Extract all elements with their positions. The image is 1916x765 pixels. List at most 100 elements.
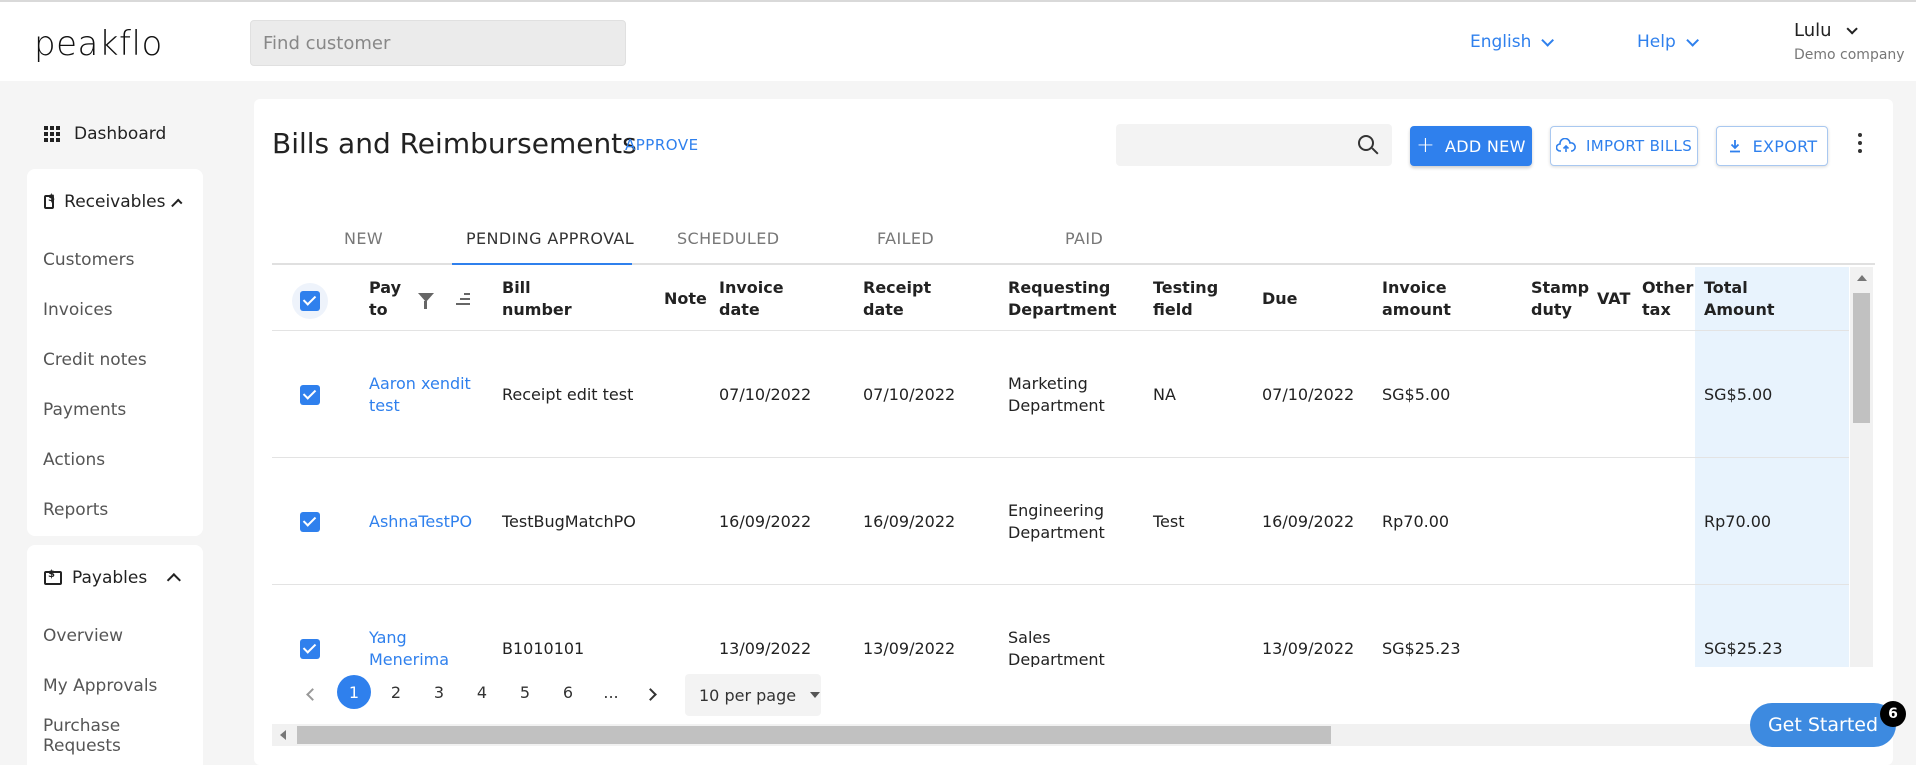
invoice-amount-cell: SG$25.23 (1382, 639, 1461, 658)
export-label: EXPORT (1752, 136, 1818, 156)
import-bills-button[interactable]: IMPORT BILLS (1550, 126, 1698, 166)
find-customer-input[interactable] (250, 20, 626, 66)
header-vat[interactable]: VAT (1597, 267, 1630, 330)
sidebar-item-credit-notes[interactable]: Credit notes (27, 335, 203, 385)
user-company: Demo company (1794, 47, 1905, 63)
page-button-6[interactable]: 6 (551, 675, 585, 709)
per-page-label: 10 per page (699, 685, 797, 705)
help-menu[interactable]: Help (1637, 32, 1699, 52)
header-pay-to[interactable]: Pay to (369, 267, 405, 330)
sort-icon[interactable] (456, 293, 470, 305)
add-new-button[interactable]: + ADD NEW (1410, 126, 1532, 166)
tab-new[interactable]: NEW (344, 229, 383, 248)
payables-title: Payables (72, 568, 148, 588)
invoice-amount-cell: SG$5.00 (1382, 385, 1451, 404)
sidebar-item-actions[interactable]: Actions (27, 435, 203, 485)
sidebar-item-invoices[interactable]: Invoices (27, 285, 203, 335)
page-button-5[interactable]: 5 (508, 675, 542, 709)
table-vertical-scrollbar[interactable] (1850, 267, 1873, 667)
filter-icon[interactable] (418, 293, 434, 309)
top-bar: peakflo English Help Lulu Demo company (0, 0, 1916, 81)
sidebar-item-payments[interactable]: Payments (27, 385, 203, 435)
get-started-button[interactable]: Get Started (1750, 703, 1896, 747)
per-page-select[interactable]: 10 per page (685, 674, 821, 716)
scroll-up-arrow-icon[interactable] (1857, 275, 1867, 281)
header-invoice-amount[interactable]: Invoice amount (1382, 267, 1462, 330)
import-bills-label: IMPORT BILLS (1585, 137, 1693, 155)
invoice-date-cell: 07/10/2022 (719, 385, 812, 404)
page-button-4[interactable]: 4 (465, 675, 499, 709)
bill-number-cell: TestBugMatchPO (502, 512, 636, 531)
header-invoice-date[interactable]: Invoice date (719, 267, 799, 330)
requesting-department-cell: Marketing Department (1008, 374, 1105, 415)
row-checkbox[interactable] (300, 512, 320, 532)
row-divider (272, 584, 1849, 585)
receipt-date-cell: 07/10/2022 (863, 385, 956, 404)
grid-icon (44, 126, 60, 142)
due-cell: 13/09/2022 (1262, 639, 1355, 658)
tab-paid[interactable]: PAID (1065, 229, 1103, 248)
header-total-amount[interactable]: Total Amount (1704, 267, 1784, 330)
select-all-checkbox[interactable] (300, 291, 320, 311)
row-checkbox[interactable] (300, 385, 320, 405)
export-button[interactable]: EXPORT (1716, 126, 1828, 166)
tab-scheduled[interactable]: SCHEDULED (677, 229, 779, 248)
next-page-icon[interactable] (644, 688, 657, 701)
horizontal-scroll-thumb[interactable] (297, 726, 1331, 744)
row-divider (272, 457, 1849, 458)
approve-button[interactable]: APPROVE (625, 136, 699, 154)
sidebar-item-overview[interactable]: Overview (27, 611, 203, 661)
row-checkbox[interactable] (300, 639, 320, 659)
scroll-left-arrow-icon[interactable] (280, 730, 286, 740)
header-stamp-duty[interactable]: Stamp duty (1531, 267, 1591, 330)
page-title: Bills and Reimbursements (272, 127, 637, 160)
bills-search-input[interactable] (1116, 124, 1392, 166)
sidebar-item-customers[interactable]: Customers (27, 235, 203, 285)
tab-failed[interactable]: FAILED (877, 229, 934, 248)
payables-header[interactable]: Payables (27, 545, 203, 611)
receivables-header[interactable]: Receivables (27, 169, 203, 235)
header-other-tax[interactable]: Other tax (1642, 267, 1693, 330)
get-started-badge: 6 (1880, 701, 1906, 727)
testing-field-cell: Test (1153, 512, 1185, 531)
user-name: Lulu (1794, 20, 1832, 41)
header-testing-field[interactable]: Testing field (1153, 267, 1223, 330)
table-horizontal-scrollbar[interactable] (272, 724, 1875, 746)
pagination: 1 2 3 4 5 6 ... 10 per page (272, 667, 872, 717)
sidebar-item-purchase-requests[interactable]: Purchase Requests (27, 711, 203, 761)
sidebar-item-dashboard[interactable]: Dashboard (44, 124, 166, 144)
page-button-2[interactable]: 2 (379, 675, 413, 709)
peakflo-logo[interactable]: peakflo (34, 24, 163, 64)
header-due[interactable]: Due (1262, 267, 1298, 330)
chevron-down-icon (1686, 33, 1699, 47)
sidebar-item-my-approvals[interactable]: My Approvals (27, 661, 203, 711)
more-options-icon[interactable] (1858, 133, 1864, 153)
page-button-3[interactable]: 3 (422, 675, 456, 709)
sidebar-item-reports[interactable]: Reports (27, 485, 203, 535)
language-label: English (1470, 32, 1532, 52)
header-note[interactable]: Note (664, 267, 707, 330)
bill-number-cell: Receipt edit test (502, 385, 634, 404)
vertical-scroll-thumb[interactable] (1853, 293, 1870, 423)
user-menu[interactable]: Lulu Demo company (1794, 20, 1905, 63)
help-label: Help (1637, 32, 1676, 52)
total-amount-cell: SG$25.23 (1704, 639, 1783, 658)
receipt-date-cell: 13/09/2022 (863, 639, 956, 658)
previous-page-icon[interactable] (306, 688, 319, 701)
requesting-department-cell: Sales Department (1008, 628, 1105, 667)
pay-to-link[interactable]: Yang Menerima (369, 627, 459, 667)
header-bill-number[interactable]: Bill number (502, 267, 582, 330)
search-icon[interactable] (1358, 135, 1374, 151)
header-requesting-department[interactable]: Requesting Department (1008, 267, 1118, 330)
money-icon (44, 569, 62, 585)
header-receipt-date[interactable]: Receipt date (863, 267, 943, 330)
money-icon (44, 193, 55, 209)
dashboard-label: Dashboard (74, 124, 167, 144)
pay-to-link[interactable]: Aaron xendit test (369, 373, 479, 417)
pay-to-link[interactable]: AshnaTestPO (369, 511, 472, 533)
cloud-upload-icon (1555, 138, 1576, 152)
page-ellipsis[interactable]: ... (594, 675, 628, 709)
tab-pending-approval[interactable]: PENDING APPROVAL (466, 229, 634, 248)
language-selector[interactable]: English (1470, 32, 1555, 52)
page-button-1[interactable]: 1 (337, 675, 371, 709)
